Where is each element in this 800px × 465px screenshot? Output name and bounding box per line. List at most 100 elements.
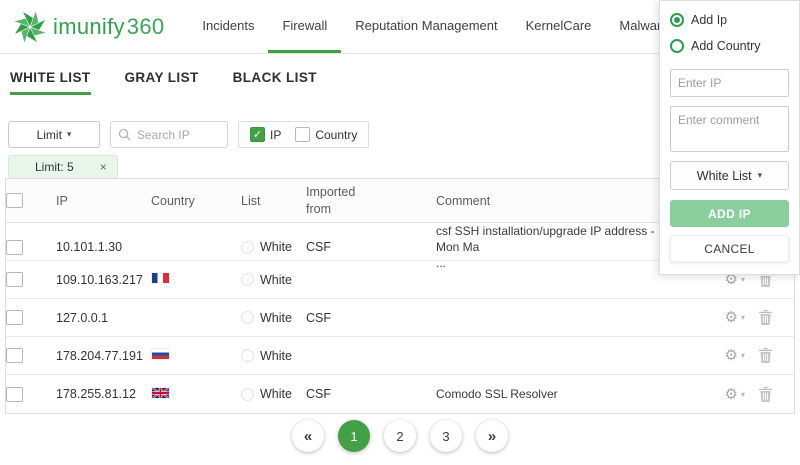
country-checkbox[interactable] — [295, 127, 310, 142]
limit-dropdown-button[interactable]: Limit ▾ — [8, 121, 100, 148]
enter-ip-input[interactable] — [670, 69, 789, 97]
trash-icon — [759, 310, 772, 325]
gb-flag-icon — [152, 388, 169, 398]
gear-dropdown-button[interactable]: ⚙ ▾ — [725, 310, 745, 325]
row-checkbox[interactable] — [6, 310, 23, 325]
row-checkbox[interactable] — [6, 348, 23, 363]
radio-unselected-icon[interactable] — [670, 39, 684, 53]
white-list-dot-icon — [241, 241, 254, 254]
col-header-ip: IP — [56, 194, 151, 208]
select-all-checkbox[interactable] — [6, 193, 23, 208]
gb-flag-icon — [151, 387, 170, 399]
brand-name: imunify360 — [53, 14, 164, 40]
imported-from-cell: CSF — [306, 311, 436, 325]
row-checkbox[interactable] — [6, 272, 23, 287]
gear-icon: ⚙ — [725, 348, 738, 363]
list-label: White — [260, 240, 292, 254]
chip-close-icon[interactable]: × — [100, 160, 107, 174]
ip-cell: 10.101.1.30 — [56, 240, 151, 254]
imported-from-cell: CSF — [306, 387, 436, 401]
pagination-prev-button[interactable]: « — [292, 420, 324, 452]
chip-label: Limit: 5 — [35, 160, 74, 174]
list-label: White — [260, 311, 292, 325]
cancel-button[interactable]: CANCEL — [670, 235, 789, 262]
chevron-down-icon: ▾ — [67, 129, 72, 140]
comment-cell: Comodo SSL Resolver — [436, 386, 676, 402]
nav-item-kernelcare[interactable]: KernelCare — [512, 0, 606, 53]
nav-item-firewall[interactable]: Firewall — [268, 0, 341, 53]
imported-from-cell: CSF — [306, 240, 436, 254]
search-icon — [118, 128, 131, 141]
ru-flag-icon — [151, 348, 170, 360]
add-country-radio-label: Add Country — [691, 39, 760, 53]
chevron-down-icon: ▾ — [758, 170, 763, 181]
country-flag-cell — [151, 272, 241, 287]
col-header-list: List — [241, 194, 306, 208]
table-row: 178.255.81.12 White CSF Comodo SSL Resol… — [6, 375, 794, 413]
country-flag-cell — [151, 348, 241, 363]
search-ip-input[interactable] — [137, 128, 217, 142]
pagination-page-3[interactable]: 3 — [430, 420, 462, 452]
pagination: « 123 » — [0, 420, 800, 452]
add-ip-radio-item[interactable]: Add Ip — [670, 13, 789, 27]
ip-checkbox[interactable]: ✓ — [250, 127, 265, 142]
white-list-dot-icon — [241, 388, 254, 401]
gear-dropdown-button[interactable]: ⚙ ▾ — [725, 387, 745, 402]
white-list-dot-icon — [241, 349, 254, 362]
list-select-value: White List — [697, 169, 752, 183]
search-box[interactable] — [110, 121, 228, 148]
table-row: 127.0.0.1 White CSF ⚙ ▾ — [6, 299, 794, 337]
limit-filter-chip: Limit: 5 × — [8, 155, 118, 179]
delete-button[interactable] — [759, 310, 772, 325]
imunify-pinwheel-icon — [14, 11, 46, 43]
enter-comment-textarea[interactable] — [670, 106, 789, 152]
ip-cell: 178.204.77.191 — [56, 349, 151, 363]
chevron-down-icon: ▾ — [741, 313, 745, 322]
col-header-comment: Comment — [436, 194, 676, 208]
add-ip-panel: Add Ip Add Country White List ▾ ADD IP C… — [659, 0, 800, 275]
gear-icon: ⚙ — [725, 310, 738, 325]
list-label: White — [260, 273, 292, 287]
gear-dropdown-button[interactable]: ⚙ ▾ — [725, 348, 745, 363]
tab-white-list[interactable]: WHITE LIST — [10, 70, 91, 95]
nav-item-reputation-management[interactable]: Reputation Management — [341, 0, 511, 53]
ip-checkbox-label: IP — [270, 128, 281, 142]
add-country-radio-item[interactable]: Add Country — [670, 39, 789, 53]
list-cell: White — [241, 311, 306, 325]
pagination-page-1[interactable]: 1 — [338, 420, 370, 452]
table-row: 178.204.77.191 White ⚙ ▾ — [6, 337, 794, 375]
country-checkbox-item[interactable]: Country — [295, 127, 357, 142]
imunify360-logo[interactable]: imunify360 — [14, 0, 164, 53]
fr-flag-icon — [151, 272, 170, 284]
country-checkbox-label: Country — [315, 128, 357, 142]
pagination-next-button[interactable]: » — [476, 420, 508, 452]
tab-black-list[interactable]: BLACK LIST — [233, 70, 317, 95]
nav-item-incidents[interactable]: Incidents — [188, 0, 268, 53]
list-label: White — [260, 349, 292, 363]
tab-gray-list[interactable]: GRAY LIST — [125, 70, 199, 95]
add-ip-button[interactable]: ADD IP — [670, 200, 789, 227]
row-checkbox[interactable] — [6, 387, 23, 402]
comment-cell: csf SSH installation/upgrade IP address … — [436, 223, 676, 272]
row-checkbox[interactable] — [6, 240, 23, 255]
delete-button[interactable] — [759, 387, 772, 402]
ip-checkbox-item[interactable]: ✓ IP — [250, 127, 281, 142]
delete-button[interactable] — [759, 348, 772, 363]
white-list-dot-icon — [241, 273, 254, 286]
add-ip-radio-label: Add Ip — [691, 13, 727, 27]
chevron-down-icon: ▾ — [741, 351, 745, 360]
list-cell: White — [241, 349, 306, 363]
row-actions: ⚙ ▾ — [725, 387, 794, 402]
limit-label: Limit — [37, 128, 62, 142]
list-select-dropdown[interactable]: White List ▾ — [670, 161, 789, 190]
white-list-dot-icon — [241, 311, 254, 324]
row-actions: ⚙ ▾ — [725, 348, 794, 363]
country-flag-cell — [151, 387, 241, 402]
pagination-page-2[interactable]: 2 — [384, 420, 416, 452]
col-header-country: Country — [151, 194, 241, 208]
list-cell: White — [241, 240, 306, 254]
chevron-down-icon: ▾ — [741, 275, 745, 284]
ip-cell: 127.0.0.1 — [56, 311, 151, 325]
radio-selected-icon[interactable] — [670, 13, 684, 27]
gear-icon: ⚙ — [725, 387, 738, 402]
